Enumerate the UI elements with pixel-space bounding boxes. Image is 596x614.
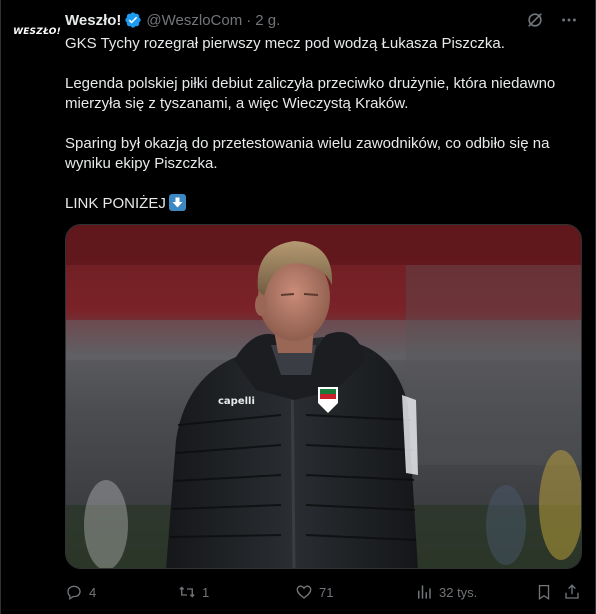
like-button[interactable]: 71 — [295, 583, 333, 601]
tweet-time[interactable]: 2 g. — [255, 12, 280, 29]
like-count: 71 — [319, 584, 334, 600]
link-line-text: LINK PONIŻEJ — [65, 195, 166, 212]
link-line: LINK PONIŻEJ — [65, 194, 581, 214]
avatar-logo-text: WESZŁO! — [13, 27, 61, 37]
tweet-header: Weszło! @WeszloCom · 2 g. — [65, 10, 579, 30]
retweet-icon — [179, 586, 195, 598]
share-button[interactable] — [563, 583, 581, 601]
tweet-paragraph: GKS Tychy rozegrał pierwszy mecz pod wod… — [65, 35, 505, 52]
views-count: 32 tys. — [439, 584, 478, 600]
tweet-actions: 4 1 71 32 tys. — [65, 582, 585, 602]
retweet-button[interactable]: 1 — [178, 583, 209, 601]
tweet-photo[interactable]: capelli — [65, 224, 582, 569]
author-name[interactable]: Weszło! — [65, 12, 121, 29]
tweet-paragraph: Legenda polskiej piłki debiut zaliczyła … — [65, 75, 556, 112]
bookmark-icon — [538, 584, 550, 601]
tweet-card[interactable]: WESZŁO! Weszło! @WeszloCom · 2 g. GKS Ty… — [0, 0, 596, 614]
retweet-count: 1 — [202, 584, 210, 600]
reply-count: 4 — [89, 584, 97, 600]
jacket-logo: capelli — [218, 396, 255, 407]
more-icon[interactable] — [559, 10, 579, 30]
verified-badge-icon — [124, 11, 142, 29]
tweet-paragraph: Sparing był okazją do przetestowania wie… — [65, 135, 550, 172]
heart-icon — [296, 585, 312, 599]
reply-button[interactable]: 4 — [65, 583, 96, 601]
views-button[interactable]: 32 tys. — [415, 583, 477, 601]
down-arrow-emoji-icon — [168, 194, 186, 211]
separator-dot: · — [246, 11, 252, 29]
avatar[interactable]: WESZŁO! — [13, 12, 61, 52]
views-icon — [418, 585, 431, 599]
grok-icon[interactable] — [525, 10, 545, 30]
author-handle[interactable]: @WeszloCom — [146, 12, 242, 29]
reply-icon — [67, 585, 81, 601]
share-icon — [565, 584, 579, 599]
photo-coach: capelli — [66, 225, 581, 568]
bookmark-button[interactable] — [535, 583, 553, 601]
tweet-text: GKS Tychy rozegrał pierwszy mecz pod wod… — [65, 34, 581, 214]
